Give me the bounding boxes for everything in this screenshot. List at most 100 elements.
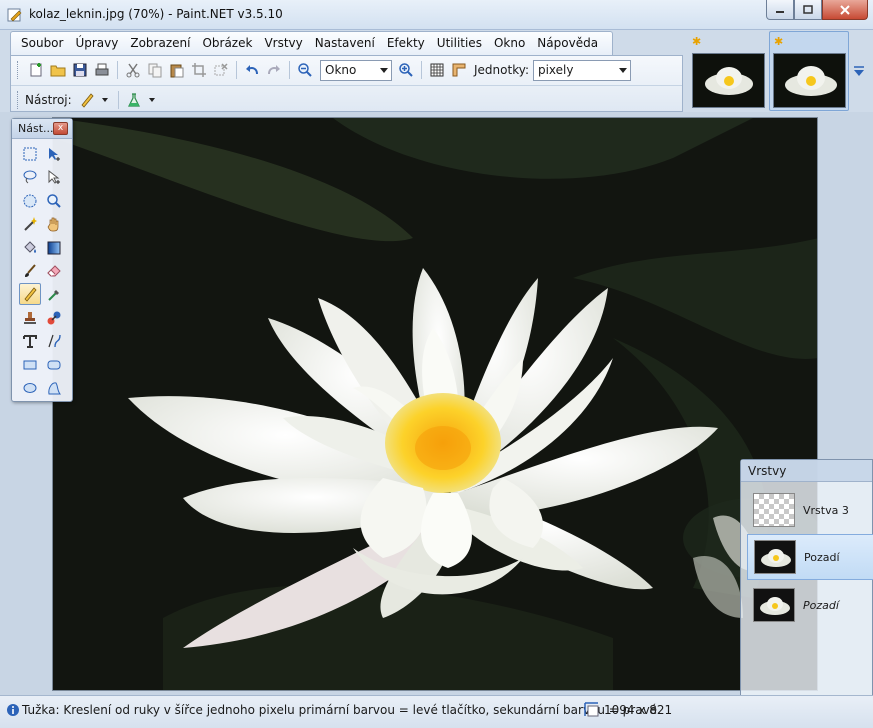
zoom-select[interactable]: Okno xyxy=(320,59,392,81)
tool-label: Nástroj: xyxy=(25,92,72,107)
toolbar-grip[interactable] xyxy=(17,90,20,109)
toolbar-area: Okno Jednotky: pixely Nástroj: xyxy=(10,55,683,112)
move-selected-pixels-tool[interactable] xyxy=(43,143,65,165)
rounded-rectangle-tool[interactable] xyxy=(43,354,65,376)
menu-soubor[interactable]: Soubor xyxy=(15,32,69,55)
close-button[interactable] xyxy=(822,0,868,20)
rectangle-select-tool[interactable] xyxy=(19,143,41,165)
copy-icon xyxy=(148,63,162,78)
close-icon xyxy=(840,4,850,15)
layer-name: Pozadí xyxy=(804,550,840,564)
zoom-out-button[interactable] xyxy=(295,60,315,80)
toolbar-separator xyxy=(289,61,290,79)
units-label: Jednotky: xyxy=(474,63,529,77)
menu-obrazek[interactable]: Obrázek xyxy=(196,32,258,55)
units-select[interactable]: pixely xyxy=(532,59,631,81)
image-canvas[interactable] xyxy=(52,117,818,691)
layer-item-selected[interactable]: Pozadí xyxy=(747,534,873,580)
menu-utilities[interactable]: Utilities xyxy=(431,32,488,55)
zoom-in-button[interactable] xyxy=(396,60,416,80)
cut-button[interactable] xyxy=(123,60,143,80)
tools-panel-header[interactable]: Nást... x xyxy=(12,119,72,139)
maximize-button[interactable] xyxy=(794,0,822,20)
eyedropper-icon xyxy=(48,290,59,302)
layer-item[interactable]: Vrstva 3 xyxy=(747,487,873,533)
layers-panel: Vrstvy Vrstva 3 Pozadí Pozadí xyxy=(740,459,873,728)
paint-bucket-tool[interactable] xyxy=(19,237,41,259)
zoom-in-icon xyxy=(399,63,413,77)
layer-item[interactable]: Pozadí xyxy=(747,582,873,628)
move-selection-tool[interactable] xyxy=(43,166,65,188)
menu-bar: Soubor Úpravy Zobrazení Obrázek Vrstvy N… xyxy=(10,31,613,55)
menu-efekty[interactable]: Efekty xyxy=(381,32,431,55)
lasso-select-tool[interactable] xyxy=(19,166,41,188)
menu-zobrazeni[interactable]: Zobrazení xyxy=(124,32,196,55)
minimize-button[interactable] xyxy=(766,0,794,20)
zoom-tool[interactable] xyxy=(43,190,65,212)
menu-upravy[interactable]: Úpravy xyxy=(69,32,124,55)
new-button[interactable] xyxy=(26,60,46,80)
tools-panel-close-button[interactable]: x xyxy=(53,122,68,135)
deselect-icon xyxy=(214,63,228,76)
toolbar-separator xyxy=(117,90,119,109)
image-thumbnail-active[interactable] xyxy=(773,53,846,108)
pencil-icon xyxy=(24,287,37,302)
paste-button[interactable] xyxy=(167,60,187,80)
toolbar-separator xyxy=(421,61,422,79)
copy-button[interactable] xyxy=(145,60,165,80)
menu-napoveda[interactable]: Nápověda xyxy=(531,32,604,55)
menu-vrstvy[interactable]: Vrstvy xyxy=(258,32,308,55)
water-lily-thumbnail-image xyxy=(755,541,795,573)
rectangle-shape-icon xyxy=(23,360,37,370)
paintbrush-tool[interactable] xyxy=(19,260,41,282)
ellipse-tool[interactable] xyxy=(19,377,41,399)
text-tool[interactable] xyxy=(19,330,41,352)
blend-mode-button[interactable] xyxy=(124,90,144,110)
save-button[interactable] xyxy=(70,60,90,80)
print-button[interactable] xyxy=(92,60,112,80)
deselect-button[interactable] xyxy=(211,60,231,80)
maximize-icon xyxy=(803,5,813,14)
magic-wand-tool[interactable] xyxy=(19,213,41,235)
grid-toggle-button[interactable] xyxy=(427,60,447,80)
status-bar: Tužka: Kreslení od ruky v šířce jednoho … xyxy=(0,695,873,728)
toolbar-separator xyxy=(117,61,118,79)
line-curve-tool[interactable] xyxy=(43,330,65,352)
image-thumbnail[interactable] xyxy=(692,53,765,108)
image-list-dropdown-icon[interactable] xyxy=(853,65,865,79)
rectangle-tool[interactable] xyxy=(19,354,41,376)
open-button[interactable] xyxy=(48,60,68,80)
gradient-tool[interactable] xyxy=(43,237,65,259)
image-size-icon xyxy=(584,702,599,717)
flask-icon xyxy=(127,92,140,107)
pan-tool[interactable] xyxy=(43,213,65,235)
crop-button[interactable] xyxy=(189,60,209,80)
cut-icon xyxy=(126,63,140,78)
clone-stamp-tool[interactable] xyxy=(19,307,41,329)
paintnet-app-icon[interactable] xyxy=(7,7,23,23)
eraser-tool[interactable] xyxy=(43,260,65,282)
menu-nastaveni[interactable]: Nastavení xyxy=(309,32,381,55)
print-icon xyxy=(95,63,109,76)
redo-button[interactable] xyxy=(264,60,284,80)
undo-button[interactable] xyxy=(242,60,262,80)
color-picker-tool[interactable] xyxy=(43,283,65,305)
layers-panel-title[interactable]: Vrstvy xyxy=(741,460,872,482)
ellipse-select-tool[interactable] xyxy=(19,190,41,212)
tools-panel: Nást... x xyxy=(11,118,73,402)
chevron-down-icon[interactable] xyxy=(101,97,108,102)
menu-okno[interactable]: Okno xyxy=(488,32,531,55)
layer-name: Pozadí xyxy=(803,598,839,612)
tool-select-button[interactable] xyxy=(77,90,97,110)
water-lily-thumbnail-image xyxy=(705,67,753,95)
ruler-toggle-button[interactable] xyxy=(449,60,469,80)
chevron-down-icon[interactable] xyxy=(148,97,155,102)
pencil-tool[interactable] xyxy=(19,283,41,306)
clone-stamp-icon xyxy=(24,311,36,324)
freeform-shape-tool[interactable] xyxy=(43,377,65,399)
zoom-out-icon xyxy=(298,63,312,77)
window-title: kolaz_leknin.jpg (70%) - Paint.NET v3.5.… xyxy=(29,7,283,21)
recolor-tool[interactable] xyxy=(43,307,65,329)
toolbar-grip[interactable] xyxy=(17,61,20,79)
open-folder-icon xyxy=(50,65,66,77)
